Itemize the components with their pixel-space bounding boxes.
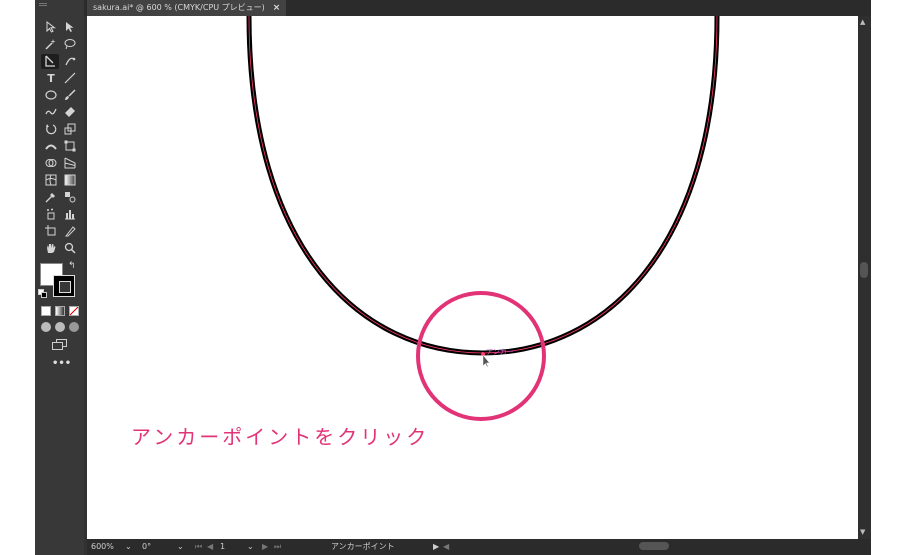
current-tool-status: アンカーポイント [331,542,395,551]
anchor-point-tool-icon[interactable] [41,54,59,69]
draw-behind-icon[interactable] [55,322,65,332]
anchor-hover-label: アンカー [486,348,514,356]
horizontal-scroll-thumb[interactable] [639,542,669,550]
default-colors-icon[interactable] [38,289,47,298]
document-tab-bar: sakura.ai* @ 600 % (CMYK/CPU プレビュー) × [35,0,871,16]
u-shaped-path [246,16,720,356]
slice-tool-icon[interactable] [62,224,78,239]
column-graph-tool-icon[interactable] [62,207,78,222]
zoom-level[interactable]: 600% [91,539,114,555]
artboard-dropdown-icon[interactable]: ⌄ [247,539,254,555]
last-artboard-icon[interactable]: ⏭ [274,539,281,555]
rotation-value[interactable]: 0° [142,539,151,555]
status-left-arrow-icon[interactable]: ◀ [443,539,449,555]
close-tab-icon[interactable]: × [273,0,281,16]
hand-tool-icon[interactable] [43,241,59,256]
curvature-tool-icon[interactable] [62,54,78,69]
direct-selection-tool-icon[interactable] [62,20,78,35]
artboard-canvas[interactable]: アンカー [87,16,858,539]
previous-artboard-icon[interactable]: ◀ [207,539,213,555]
selection-tool-icon[interactable] [43,20,59,35]
artwork-svg [246,16,720,421]
ellipse-tool-icon[interactable] [43,88,59,103]
rotate-tool-icon[interactable] [43,122,59,137]
paintbrush-tool-icon[interactable] [62,88,78,103]
artboard-tool-icon[interactable] [43,224,59,239]
blend-tool-icon[interactable] [62,190,78,205]
rotation-dropdown-icon[interactable]: ⌄ [177,539,184,555]
magic-wand-tool-icon[interactable] [43,37,59,52]
scroll-down-icon[interactable]: ▼ [860,528,865,536]
edit-toolbar-more-icon[interactable]: ••• [52,359,71,370]
gradient-tool-icon[interactable] [62,173,78,188]
eraser-tool-icon[interactable] [62,105,78,120]
document-tab[interactable]: sakura.ai* @ 600 % (CMYK/CPU プレビュー) × [87,0,287,16]
mesh-tool-icon[interactable] [43,173,59,188]
shape-builder-tool-icon[interactable] [43,156,59,171]
artboard-number[interactable]: 1 [220,539,225,555]
symbol-sprayer-tool-icon[interactable] [43,207,59,222]
swap-fill-stroke-icon[interactable]: ↰ [68,261,76,271]
instruction-annotation: アンカーポイントをクリック [131,425,430,449]
draw-inside-icon[interactable] [69,322,79,332]
line-tool-icon[interactable] [62,71,78,86]
status-menu-icon[interactable]: ▶ [433,539,439,555]
highlight-circle [416,291,546,421]
scroll-up-icon[interactable]: ▲ [860,18,865,26]
document-tab-title: sakura.ai* @ 600 % (CMYK/CPU プレビュー) [93,3,265,12]
stroke-color-swatch[interactable] [53,275,75,297]
status-bar: 600% ⌄ 0° ⌄ ⏮ ◀ 1 ⌄ ▶ ⏭ アンカーポイント ▶ ◀ [87,539,871,555]
width-tool-icon[interactable] [43,139,59,154]
color-mode-icon[interactable] [41,306,51,316]
gradient-mode-icon[interactable] [55,306,65,316]
path-selection-highlight [248,16,718,354]
eyedropper-tool-icon[interactable] [43,190,59,205]
zoom-tool-icon[interactable] [62,241,78,256]
vertical-scrollbar[interactable]: ▲ ▼ [858,16,871,539]
next-artboard-icon[interactable]: ▶ [262,539,268,555]
free-transform-tool-icon[interactable] [62,139,78,154]
tools-panel: T ↰ ••• [35,0,84,555]
lasso-tool-icon[interactable] [62,37,78,52]
draw-normal-icon[interactable] [41,322,51,332]
shaper-tool-icon[interactable] [43,105,59,120]
perspective-grid-tool-icon[interactable] [62,156,78,171]
screen-mode-icon[interactable] [52,339,68,351]
scroll-thumb[interactable] [860,262,868,278]
first-artboard-icon[interactable]: ⏮ [195,539,202,555]
scale-tool-icon[interactable] [62,122,78,137]
zoom-dropdown-icon[interactable]: ⌄ [125,539,132,555]
type-tool-icon[interactable]: T [43,71,59,86]
panel-grip-icon[interactable] [39,3,47,6]
none-mode-icon[interactable] [69,306,79,316]
